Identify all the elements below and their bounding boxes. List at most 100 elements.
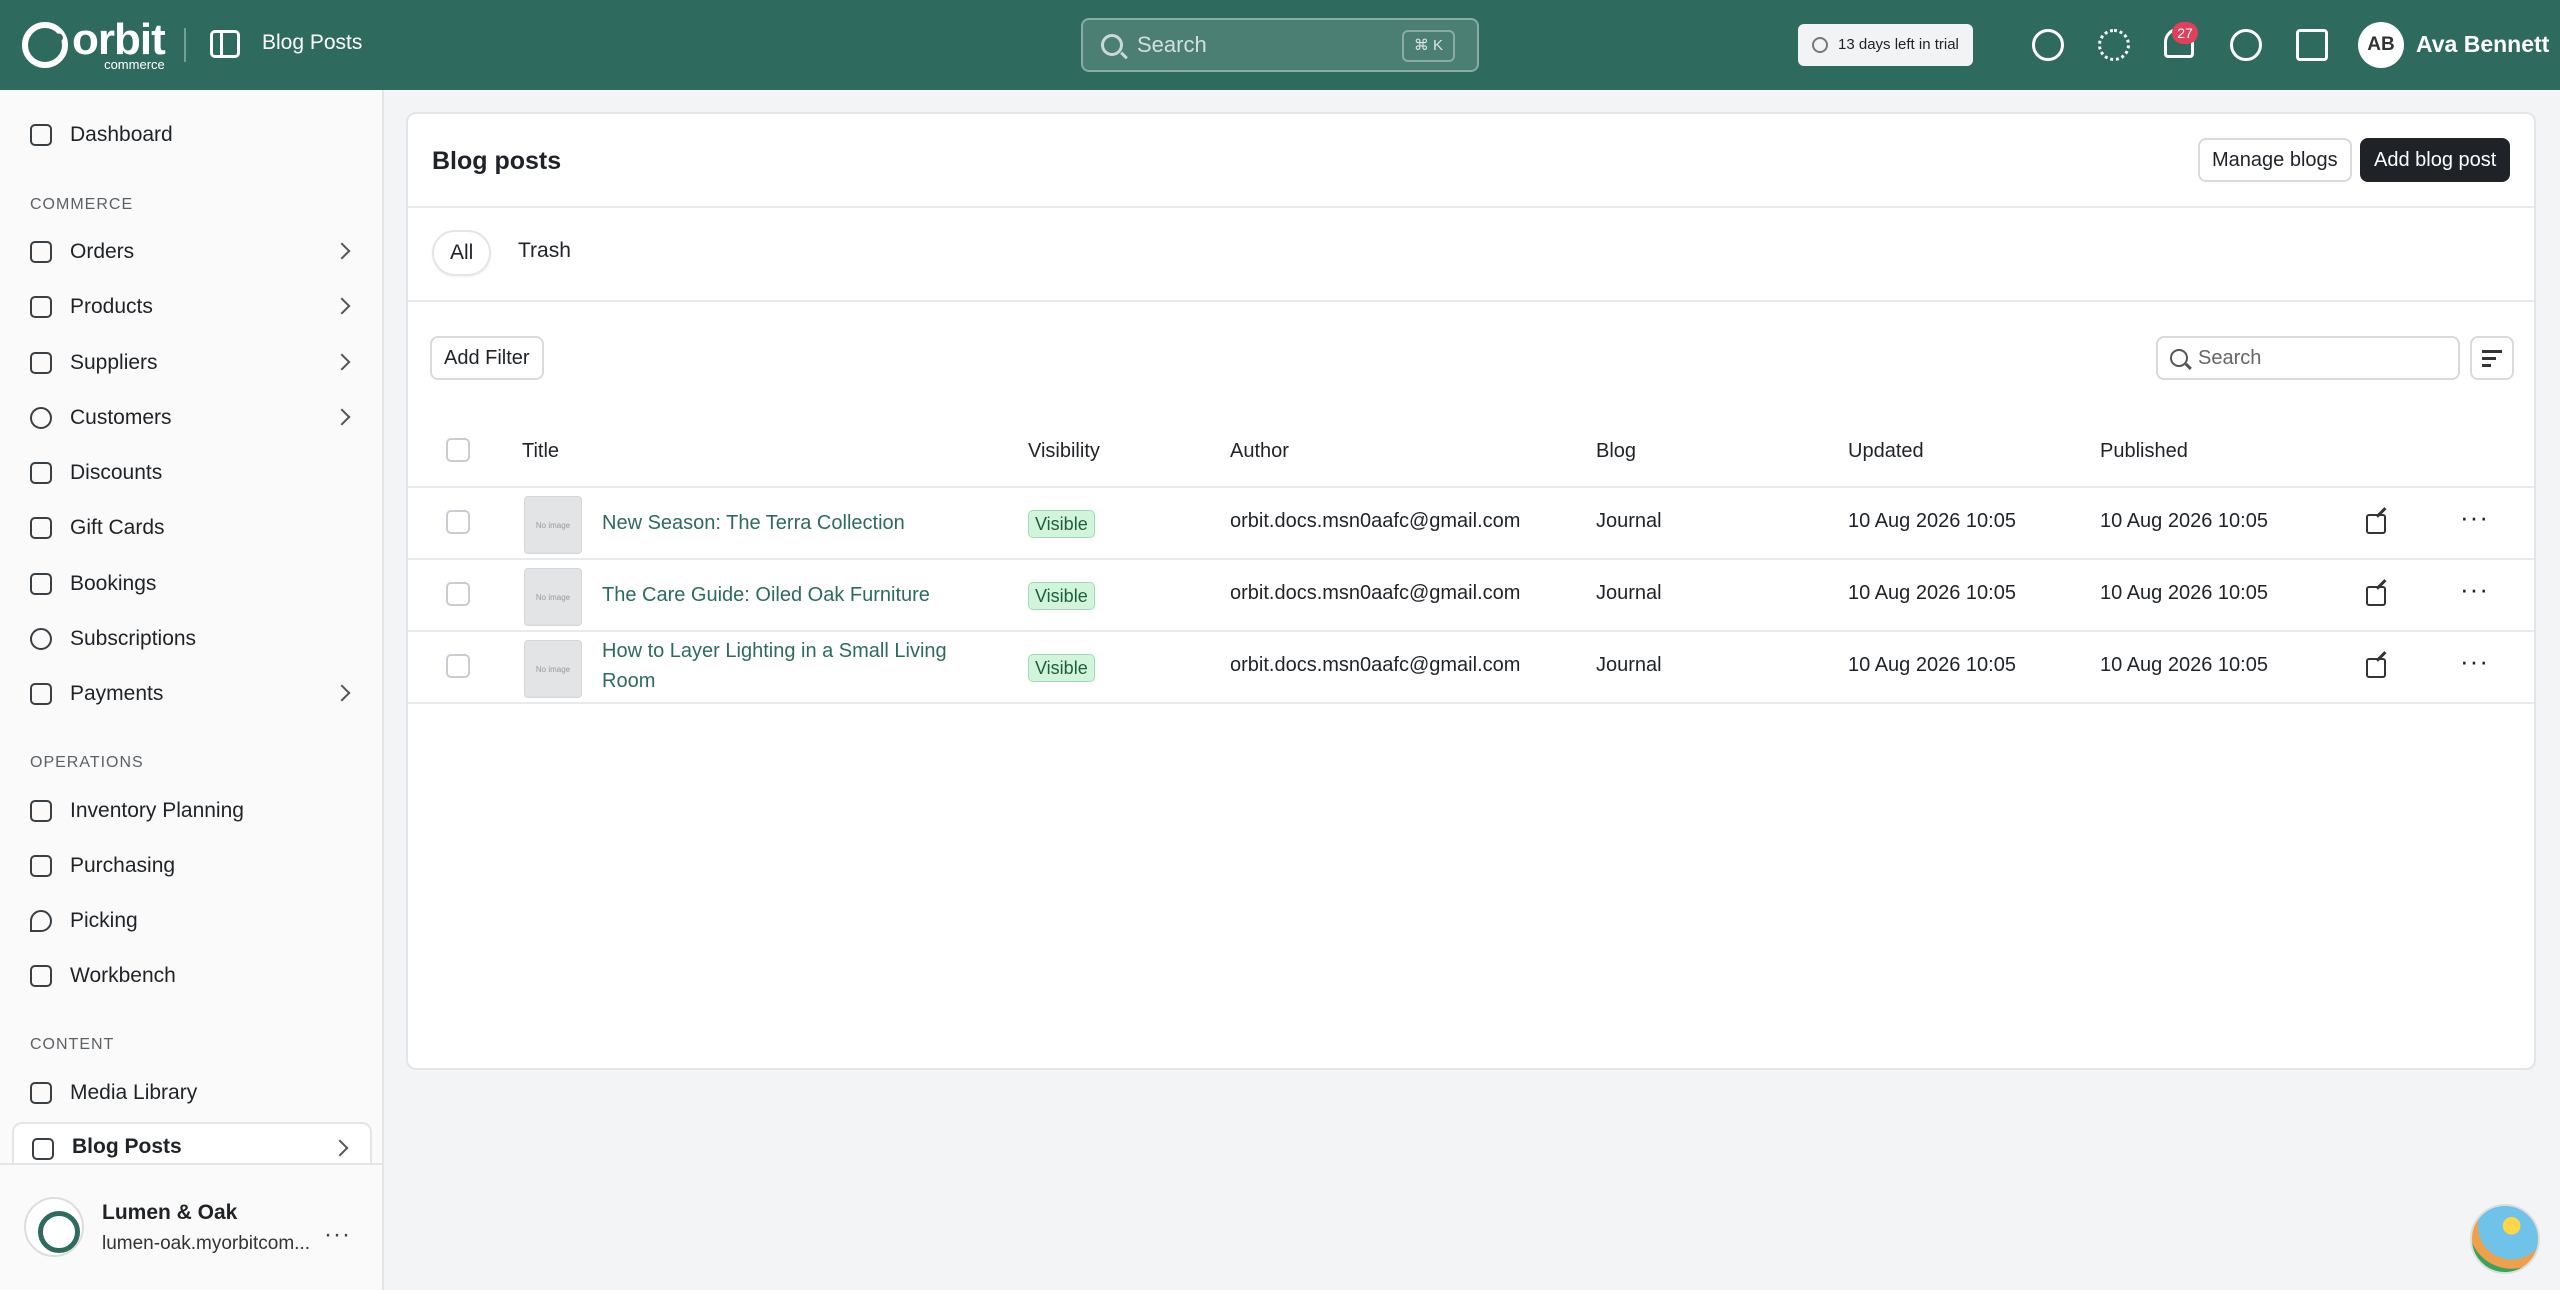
external-link-icon[interactable] — [2366, 514, 2386, 534]
blog-cell: Journal — [1596, 510, 1662, 532]
clock-icon — [1812, 37, 1828, 53]
theme-toggle-sun-icon[interactable] — [2098, 29, 2130, 61]
sidebar-item-subscriptions[interactable]: Subscriptions — [12, 614, 372, 664]
external-link-icon[interactable] — [2366, 586, 2386, 606]
products-icon — [30, 296, 52, 318]
author-cell: orbit.docs.msn0aafc@gmail.com — [1230, 510, 1521, 532]
more-horizontal-icon[interactable]: ··· — [2460, 502, 2489, 533]
store-switcher[interactable]: Lumen & Oak lumen-oak.myorbitcom... ··· — [0, 1163, 382, 1290]
tab-all[interactable]: All — [432, 230, 492, 276]
chevron-right-icon — [333, 297, 351, 315]
help-lifebuoy-icon[interactable] — [2230, 29, 2262, 61]
sidebar-item-discounts[interactable]: Discounts — [12, 448, 372, 498]
divider — [408, 206, 2534, 208]
table-row[interactable]: No image How to Layer Lighting in a Smal… — [408, 632, 2534, 704]
section-label-commerce: COMMERCE — [30, 196, 134, 213]
row-checkbox[interactable] — [446, 582, 470, 606]
map-pin-icon — [30, 910, 52, 932]
sidebar-item-label: Purchasing — [70, 854, 176, 877]
sidebar-item-media-library[interactable]: Media Library — [12, 1068, 372, 1118]
more-horizontal-icon[interactable]: ··· — [324, 1221, 351, 1249]
document-icon — [32, 1138, 54, 1160]
more-horizontal-icon[interactable]: ··· — [2460, 574, 2489, 605]
column-header-author[interactable]: Author — [1230, 440, 1289, 463]
sidebar-item-label: Gift Cards — [70, 516, 165, 539]
post-thumbnail: No image — [524, 496, 582, 554]
chevron-right-icon — [333, 242, 351, 260]
sidebar-item-suppliers[interactable]: Suppliers — [12, 338, 372, 388]
external-link-icon[interactable] — [2366, 658, 2386, 678]
table-row[interactable]: No image New Season: The Terra Collectio… — [408, 488, 2534, 560]
add-filter-button[interactable]: Add Filter — [430, 336, 544, 380]
sidebar-item-orders[interactable]: Orders — [12, 227, 372, 277]
refresh-icon — [30, 628, 52, 650]
user-avatar[interactable]: AB — [2358, 22, 2404, 68]
sidebar-item-inventory-planning[interactable]: Inventory Planning — [12, 786, 372, 836]
calendar-icon — [30, 573, 52, 595]
global-search[interactable]: ⌘ K — [1081, 18, 1479, 72]
sort-icon[interactable] — [2470, 336, 2514, 380]
store-logo — [24, 1197, 84, 1257]
sidebar-item-label: Inventory Planning — [70, 799, 244, 822]
gift-icon — [30, 517, 52, 539]
post-title-link[interactable]: How to Layer Lighting in a Small Living … — [602, 636, 982, 696]
add-blog-post-button[interactable]: Add blog post — [2360, 138, 2511, 182]
post-title-link[interactable]: The Care Guide: Oiled Oak Furniture — [602, 580, 982, 610]
search-icon — [2170, 349, 2188, 367]
sidebar-toggle-icon[interactable] — [210, 30, 240, 58]
ai-assistant-icon[interactable] — [2032, 29, 2064, 61]
card-title: Blog posts — [432, 147, 562, 175]
divider — [408, 300, 2534, 302]
column-header-visibility[interactable]: Visibility — [1028, 440, 1100, 463]
blog-cell: Journal — [1596, 582, 1662, 604]
logo-sub: commerce — [104, 57, 165, 72]
orbit-logo-icon — [22, 21, 68, 68]
more-horizontal-icon[interactable]: ··· — [2460, 646, 2489, 677]
chevron-right-icon — [333, 353, 351, 371]
row-checkbox[interactable] — [446, 654, 470, 678]
tag-icon — [30, 462, 52, 484]
store-name: Lumen & Oak — [102, 1201, 238, 1224]
sidebar-item-dashboard[interactable]: Dashboard — [12, 110, 372, 160]
post-thumbnail: No image — [524, 640, 582, 698]
column-header-updated[interactable]: Updated — [1848, 440, 1924, 463]
storefront-icon[interactable] — [2296, 29, 2328, 61]
sidebar-item-customers[interactable]: Customers — [12, 393, 372, 443]
sidebar-item-purchasing[interactable]: Purchasing — [12, 841, 372, 891]
sidebar-item-payments[interactable]: Payments — [12, 669, 372, 719]
column-header-published[interactable]: Published — [2100, 440, 2188, 463]
column-header-blog[interactable]: Blog — [1596, 440, 1636, 463]
suppliers-icon — [30, 352, 52, 374]
row-checkbox[interactable] — [446, 510, 470, 534]
sidebar-item-label: Dashboard — [70, 123, 173, 146]
table-row[interactable]: No image The Care Guide: Oiled Oak Furni… — [408, 560, 2534, 632]
store-url: lumen-oak.myorbitcom... — [102, 1233, 311, 1254]
author-cell: orbit.docs.msn0aafc@gmail.com — [1230, 654, 1521, 676]
table-search[interactable] — [2156, 336, 2460, 380]
sidebar-item-label: Bookings — [70, 572, 157, 595]
sidebar-item-label: Customers — [70, 406, 172, 429]
select-all-checkbox[interactable] — [446, 438, 470, 462]
sidebar-item-label: Blog Posts — [72, 1135, 182, 1158]
sidebar-item-bookings[interactable]: Bookings — [12, 559, 372, 609]
post-thumbnail: No image — [524, 568, 582, 626]
sidebar-item-products[interactable]: Products — [12, 282, 372, 332]
post-title-link[interactable]: New Season: The Terra Collection — [602, 508, 982, 538]
global-search-input[interactable] — [1137, 30, 1387, 60]
sidebar-item-picking[interactable]: Picking — [12, 896, 372, 946]
sidebar-item-workbench[interactable]: Workbench — [12, 951, 372, 1001]
manage-blogs-button[interactable]: Manage blogs — [2198, 138, 2352, 182]
published-cell: 10 Aug 2026 10:05 — [2100, 654, 2268, 676]
orders-icon — [30, 241, 52, 263]
image-icon — [30, 1082, 52, 1104]
orbit-logo[interactable]: orbit commerce — [22, 18, 166, 72]
box-icon — [30, 855, 52, 877]
chat-assistant-bubble[interactable] — [2470, 1204, 2540, 1274]
sidebar-item-gift-cards[interactable]: Gift Cards — [12, 503, 372, 553]
user-name[interactable]: Ava Bennett — [2416, 31, 2549, 58]
table-search-input[interactable] — [2198, 345, 2448, 371]
sidebar-item-label: Suppliers — [70, 351, 158, 374]
tab-trash[interactable]: Trash — [502, 230, 587, 276]
trial-badge[interactable]: 13 days left in trial — [1798, 24, 1973, 66]
column-header-title[interactable]: Title — [522, 440, 559, 463]
